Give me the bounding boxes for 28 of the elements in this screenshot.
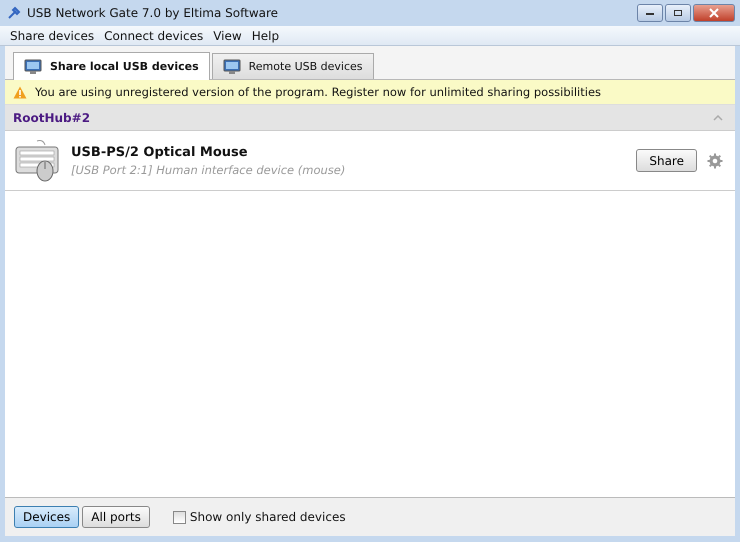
checkbox[interactable] — [172, 510, 186, 524]
keyboard-mouse-icon — [15, 138, 61, 182]
settings-icon[interactable] — [707, 152, 723, 168]
monitor-icon — [24, 58, 42, 74]
maximize-icon — [673, 9, 683, 17]
menu-item[interactable]: Connect devices — [99, 28, 208, 42]
maximize-button[interactable] — [665, 4, 691, 22]
device-detail: [USB Port 2:1] Human interface device (mouse) — [71, 162, 346, 176]
checkbox-label[interactable]: Show only shared devices — [190, 510, 346, 524]
share-button[interactable]: Share — [636, 149, 697, 172]
menu-item[interactable]: Help — [246, 28, 284, 42]
device-name: USB-PS/2 Optical Mouse — [71, 144, 249, 160]
window-title: USB Network Gate 7.0 by Eltima Software — [27, 6, 278, 20]
hub-header[interactable]: RootHub#2 — [5, 105, 735, 131]
menu-item[interactable]: View — [208, 28, 247, 42]
menu-item[interactable]: Share devices — [5, 28, 100, 42]
tab[interactable]: Share local USB devices — [13, 52, 210, 80]
view-toggle-button[interactable]: All ports — [82, 506, 150, 528]
warning-icon — [13, 86, 27, 98]
warning-text: You are using unregistered version of the program. Register now for unlimited sharing possibilities — [35, 85, 602, 99]
close-button[interactable] — [693, 4, 735, 22]
tab[interactable]: Remote USB devices — [212, 53, 374, 79]
minimize-icon — [645, 10, 655, 16]
monitor-icon — [222, 58, 241, 74]
close-icon — [708, 8, 720, 18]
view-toggle-button[interactable]: Devices — [14, 506, 80, 528]
minimize-button[interactable] — [637, 4, 663, 22]
hub-name: RootHub#2 — [13, 110, 90, 124]
